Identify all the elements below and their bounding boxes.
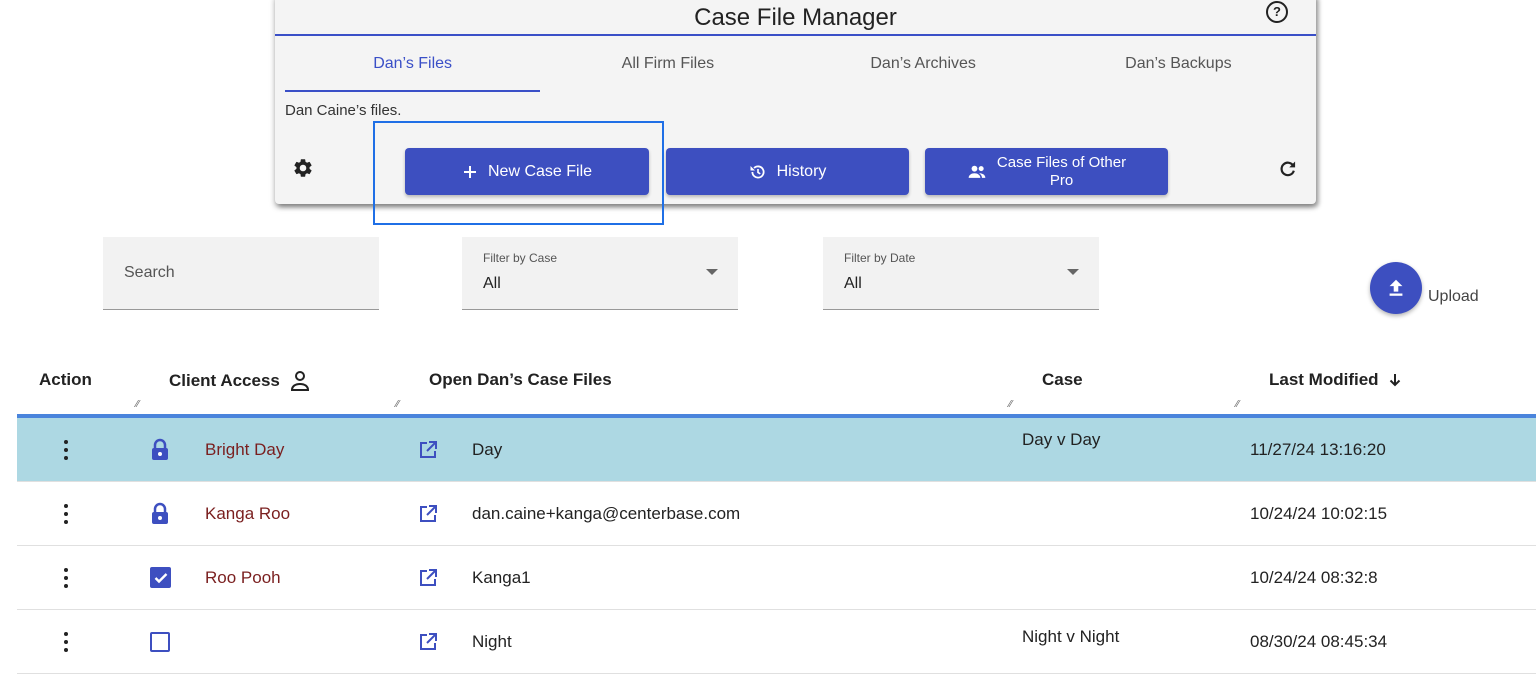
filter-by-case-select[interactable]: Filter by Case All	[462, 237, 738, 310]
open-in-new-icon[interactable]	[418, 418, 438, 481]
column-resize-handle[interactable]: ⁄⁄	[396, 399, 399, 410]
case-files-other-pro-label: Case Files of Other Pro	[997, 154, 1126, 190]
more-vertical-icon	[64, 630, 68, 654]
case-file-name[interactable]: Kanga1	[472, 546, 531, 609]
lock-icon[interactable]	[150, 418, 170, 481]
last-modified-value: 10/24/24 08:32:8	[1250, 567, 1378, 587]
people-icon	[968, 165, 986, 178]
col-action-label: Action	[39, 370, 92, 389]
tab-dans-backups[interactable]: Dan’s Backups	[1051, 50, 1306, 92]
tab-dans-archives[interactable]: Dan’s Archives	[796, 50, 1051, 92]
open-in-new-icon[interactable]	[418, 482, 438, 545]
table-row[interactable]: Bright Day Day Day v Day 11/27/24 13:16:…	[17, 418, 1536, 482]
col-last-modified[interactable]: Last Modified	[1269, 370, 1401, 390]
table-header: Action Client Access Open Dan’s Case Fil…	[17, 336, 1536, 418]
upload-button[interactable]	[1370, 262, 1422, 314]
col-open-case-files[interactable]: Open Dan’s Case Files	[429, 370, 612, 390]
search-input[interactable]: Search	[103, 237, 379, 310]
history-button[interactable]: History	[666, 148, 909, 195]
more-vertical-icon	[64, 502, 68, 526]
help-circle-icon[interactable]: ?	[1266, 1, 1288, 23]
table-row[interactable]: Roo Pooh Kanga1 10/24/24 08:32:8	[17, 546, 1536, 610]
col-open-label: Open Dan’s Case Files	[429, 370, 612, 389]
filter-case-value: All	[483, 275, 501, 292]
col-action[interactable]: Action	[39, 370, 92, 390]
filter-date-value: All	[844, 275, 862, 292]
last-modified-value: 11/27/24 13:16:20	[1250, 439, 1386, 459]
last-modified-value: 10/24/24 10:02:15	[1250, 503, 1388, 523]
client-name[interactable]: Roo Pooh	[205, 546, 281, 609]
col-client-access-label: Client Access	[169, 371, 280, 390]
history-icon	[750, 165, 765, 178]
table-row[interactable]: Kanga Roo dan.caine+kanga@centerbase.com…	[17, 482, 1536, 546]
search-placeholder: Search	[124, 264, 175, 281]
page-title: Case File Manager	[275, 0, 1316, 36]
tab-description: Dan Caine’s files.	[285, 102, 402, 119]
upload-label: Upload	[1428, 288, 1479, 305]
row-actions-menu-button[interactable]	[61, 482, 71, 545]
open-in-new-icon[interactable]	[418, 546, 438, 609]
more-vertical-icon	[64, 566, 68, 590]
focus-highlight-box	[373, 121, 664, 225]
client-name[interactable]: Kanga Roo	[205, 482, 290, 545]
refresh-icon[interactable]	[1278, 159, 1298, 179]
client-name[interactable]: Bright Day	[205, 418, 284, 481]
col-case-label: Case	[1042, 370, 1083, 389]
label-line-1: Case Files of Other	[996, 153, 1127, 171]
case-file-name[interactable]: dan.caine+kanga@centerbase.com	[472, 482, 740, 545]
row-actions-menu-button[interactable]	[61, 418, 71, 481]
last-modified-value: 08/30/24 08:45:34	[1250, 631, 1388, 651]
chevron-down-icon	[706, 269, 718, 275]
col-client-access[interactable]: Client Access	[169, 370, 310, 392]
case-name: Day v Day	[1022, 429, 1101, 449]
lock-icon[interactable]	[150, 482, 170, 545]
title-text: Case File Manager	[694, 4, 897, 31]
tab-bar: Dan’s Files All Firm Files Dan’s Archive…	[285, 50, 1306, 92]
checkbox-unchecked-icon[interactable]	[150, 610, 170, 673]
filter-by-date-select[interactable]: Filter by Date All	[823, 237, 1099, 310]
chevron-down-icon	[1067, 269, 1079, 275]
column-resize-handle[interactable]: ⁄⁄	[1009, 399, 1012, 410]
column-resize-handle[interactable]: ⁄⁄	[136, 399, 139, 410]
table-row[interactable]: Night Night v Night 08/30/24 08:45:34	[17, 610, 1536, 674]
tab-dans-files[interactable]: Dan’s Files	[285, 50, 541, 92]
person-icon	[290, 371, 309, 391]
filter-case-label: Filter by Case	[483, 251, 558, 265]
label-line-2: Pro	[1049, 171, 1074, 189]
history-label: History	[776, 162, 827, 180]
row-actions-menu-button[interactable]	[61, 610, 71, 673]
tab-all-firm-files[interactable]: All Firm Files	[540, 50, 795, 92]
case-files-other-pro-button[interactable]: Case Files of Other Pro	[925, 148, 1168, 195]
more-vertical-icon	[64, 438, 68, 462]
sort-down-arrow-icon	[1389, 374, 1400, 387]
filter-date-label: Filter by Date	[844, 251, 916, 265]
case-file-name[interactable]: Night	[472, 610, 512, 673]
upload-icon	[1389, 279, 1403, 296]
case-name: Night v Night	[1022, 626, 1120, 646]
col-last-modified-label: Last Modified	[1269, 370, 1379, 389]
case-files-table: Action Client Access Open Dan’s Case Fil…	[17, 336, 1536, 674]
checkbox-checked-icon[interactable]	[150, 546, 171, 609]
col-case[interactable]: Case	[1042, 370, 1083, 390]
row-actions-menu-button[interactable]	[61, 546, 71, 609]
column-resize-handle[interactable]: ⁄⁄	[1236, 399, 1239, 410]
gear-icon[interactable]	[292, 157, 314, 179]
open-in-new-icon[interactable]	[418, 610, 438, 673]
case-file-name[interactable]: Day	[472, 418, 502, 481]
